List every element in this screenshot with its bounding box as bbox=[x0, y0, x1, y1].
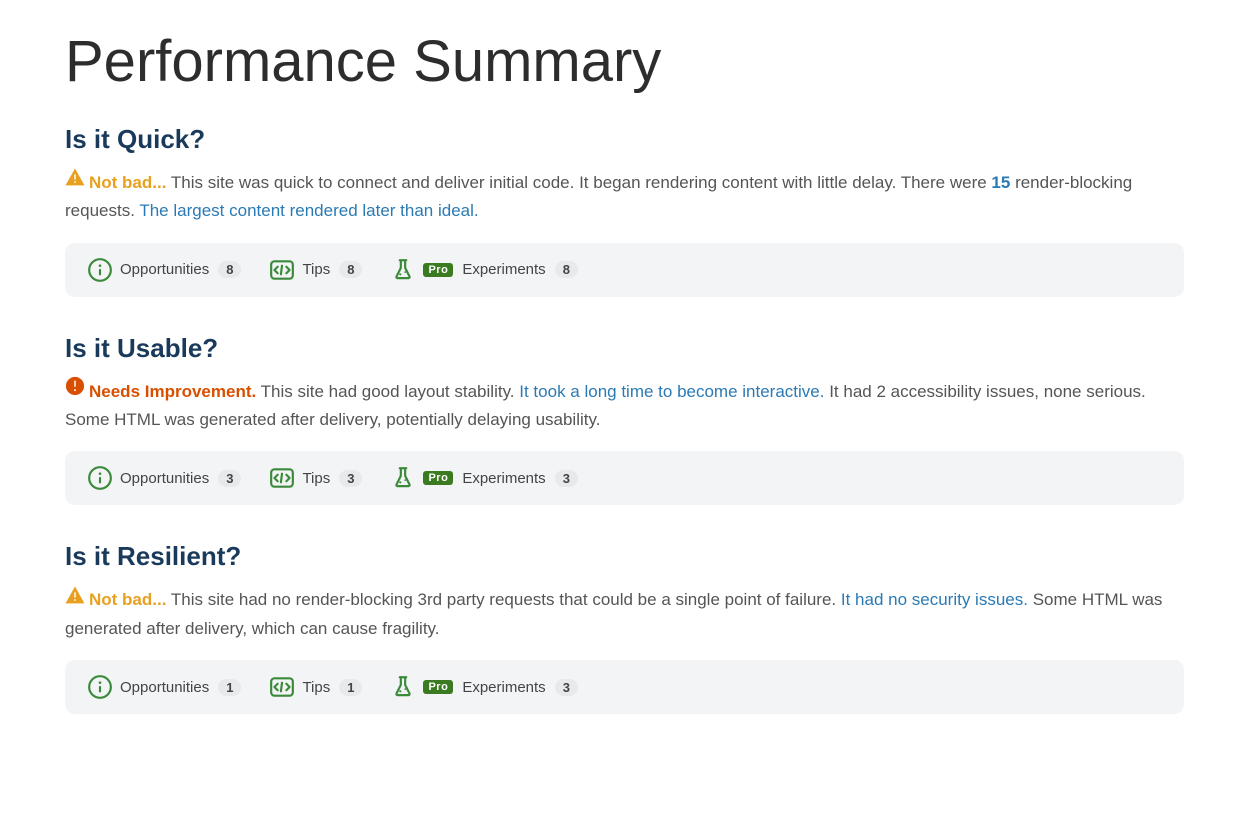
quick-opportunities-icon bbox=[87, 257, 113, 283]
quick-pill-tips[interactable]: Tips 8 bbox=[269, 257, 362, 283]
usable-experiments-count: 3 bbox=[555, 470, 578, 487]
quick-opportunities-count: 8 bbox=[218, 261, 241, 278]
quick-pill-experiments[interactable]: Pro Experiments 8 bbox=[390, 257, 577, 283]
resilient-tips-label: Tips bbox=[302, 679, 330, 696]
quick-experiments-count: 8 bbox=[555, 261, 578, 278]
quick-tips-label: Tips bbox=[302, 261, 330, 278]
quick-tips-icon bbox=[269, 257, 295, 283]
usable-experiments-icon bbox=[390, 465, 416, 491]
usable-interactive-note: It took a long time to become interactiv… bbox=[519, 382, 824, 401]
section-quick: Is it Quick? Not bad... This site was qu… bbox=[65, 124, 1184, 297]
usable-pill-experiments[interactable]: Pro Experiments 3 bbox=[390, 465, 577, 491]
resilient-pill-experiments[interactable]: Pro Experiments 3 bbox=[390, 674, 577, 700]
resilient-opportunities-icon bbox=[87, 674, 113, 700]
section-usable-body: Needs Improvement. This site had good la… bbox=[65, 378, 1184, 434]
resilient-experiments-label: Experiments bbox=[462, 679, 545, 696]
section-resilient-heading: Is it Resilient? bbox=[65, 541, 1184, 572]
resilient-pro-badge: Pro bbox=[423, 680, 453, 694]
quick-status-icon bbox=[65, 167, 85, 195]
quick-pro-badge: Pro bbox=[423, 263, 453, 277]
quick-experiments-label: Experiments bbox=[462, 261, 545, 278]
quick-experiments-icon bbox=[390, 257, 416, 283]
section-resilient: Is it Resilient? Not bad... This site ha… bbox=[65, 541, 1184, 714]
usable-pills-bar: Opportunities 3 Tips 3 Pro Experiments 3 bbox=[65, 451, 1184, 505]
section-quick-body: Not bad... This site was quick to connec… bbox=[65, 169, 1184, 225]
usable-opportunities-icon bbox=[87, 465, 113, 491]
resilient-opportunities-label: Opportunities bbox=[120, 679, 209, 696]
section-quick-heading: Is it Quick? bbox=[65, 124, 1184, 155]
resilient-tips-count: 1 bbox=[339, 679, 362, 696]
usable-opportunities-label: Opportunities bbox=[120, 470, 209, 487]
quick-lcp-note: The largest content rendered later than … bbox=[139, 201, 478, 220]
section-usable: Is it Usable? Needs Improvement. This si… bbox=[65, 333, 1184, 506]
quick-status-label: Not bad... bbox=[89, 173, 166, 192]
section-resilient-body: Not bad... This site had no render-block… bbox=[65, 586, 1184, 642]
usable-status-icon bbox=[65, 376, 85, 404]
usable-tips-icon bbox=[269, 465, 295, 491]
usable-tips-count: 3 bbox=[339, 470, 362, 487]
resilient-experiments-icon bbox=[390, 674, 416, 700]
resilient-status-label: Not bad... bbox=[89, 590, 166, 609]
quick-render-blocking-count: 15 bbox=[991, 173, 1010, 192]
usable-pro-badge: Pro bbox=[423, 471, 453, 485]
resilient-experiments-count: 3 bbox=[555, 679, 578, 696]
resilient-pill-tips[interactable]: Tips 1 bbox=[269, 674, 362, 700]
page-title: Performance Summary bbox=[65, 30, 1184, 94]
quick-opportunities-label: Opportunities bbox=[120, 261, 209, 278]
usable-tips-label: Tips bbox=[302, 470, 330, 487]
resilient-status-icon bbox=[65, 585, 85, 613]
resilient-opportunities-count: 1 bbox=[218, 679, 241, 696]
resilient-security-note: It had no security issues. bbox=[841, 590, 1028, 609]
usable-pill-opportunities[interactable]: Opportunities 3 bbox=[87, 465, 241, 491]
quick-pill-opportunities[interactable]: Opportunities 8 bbox=[87, 257, 241, 283]
resilient-pill-opportunities[interactable]: Opportunities 1 bbox=[87, 674, 241, 700]
quick-tips-count: 8 bbox=[339, 261, 362, 278]
resilient-tips-icon bbox=[269, 674, 295, 700]
usable-experiments-label: Experiments bbox=[462, 470, 545, 487]
usable-opportunities-count: 3 bbox=[218, 470, 241, 487]
usable-pill-tips[interactable]: Tips 3 bbox=[269, 465, 362, 491]
quick-pills-bar: Opportunities 8 Tips 8 Pro Experiments 8 bbox=[65, 243, 1184, 297]
usable-status-label: Needs Improvement. bbox=[89, 382, 256, 401]
section-usable-heading: Is it Usable? bbox=[65, 333, 1184, 364]
resilient-pills-bar: Opportunities 1 Tips 1 Pro Experiments 3 bbox=[65, 660, 1184, 714]
